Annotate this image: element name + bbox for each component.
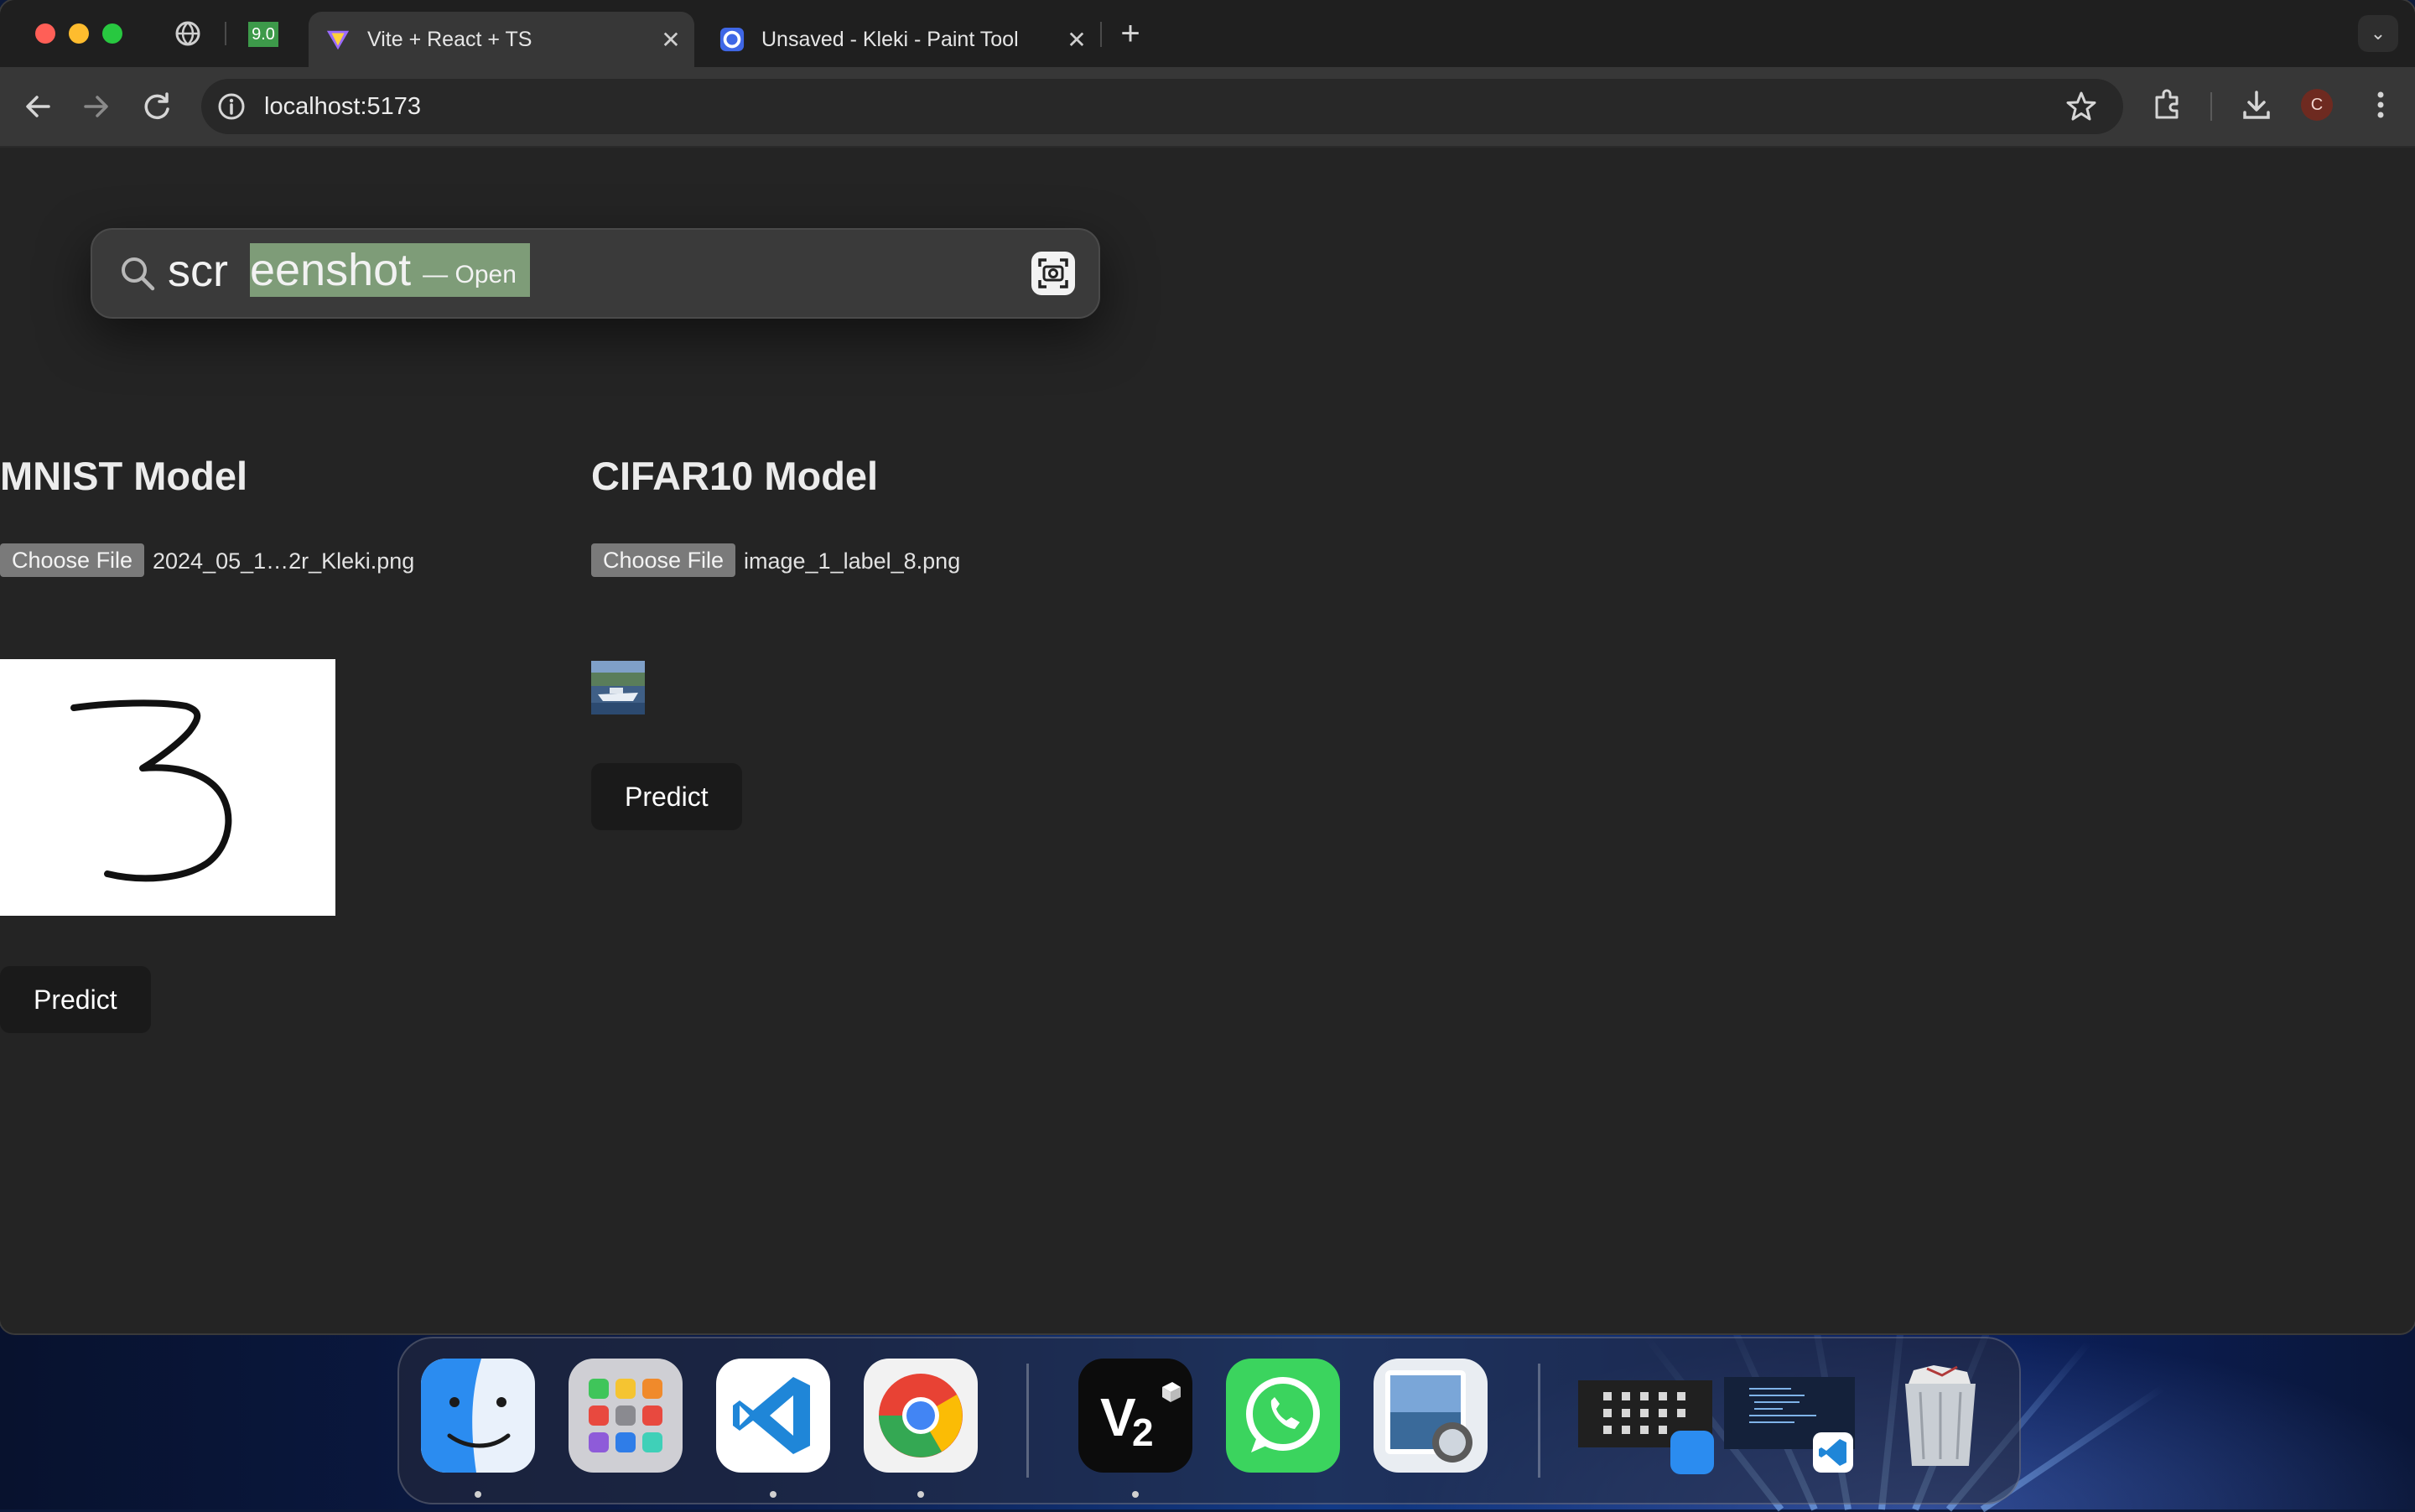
- tab-kleki[interactable]: Unsaved - Kleki - Paint Tool ✕: [703, 12, 1100, 67]
- vscode-badge-icon: [1813, 1432, 1853, 1473]
- new-tab-button[interactable]: +: [1114, 13, 1147, 54]
- dock: V 2: [397, 1337, 2021, 1504]
- spotlight-completion-text: eenshot: [250, 245, 412, 295]
- launchpad-icon[interactable]: [569, 1359, 683, 1473]
- cifar-preview-image: [591, 661, 645, 714]
- finder-badge-icon: [1670, 1431, 1714, 1474]
- spotlight-action-label: — Open: [423, 261, 517, 288]
- mnist-choose-file-button[interactable]: Choose File: [0, 543, 145, 577]
- search-icon: [122, 257, 155, 291]
- profile-avatar[interactable]: C: [2301, 89, 2333, 121]
- back-icon[interactable]: [18, 87, 57, 126]
- screenshot-app-icon[interactable]: [1030, 250, 1077, 297]
- chrome-running-indicator: [917, 1491, 924, 1498]
- v2-icon[interactable]: V 2: [1078, 1359, 1192, 1473]
- preview-icon[interactable]: [1374, 1359, 1488, 1473]
- vscode-running-indicator: [770, 1491, 776, 1498]
- mnist-predict-button[interactable]: Predict: [0, 966, 151, 1033]
- browser-window: 9.0 Vite + React + TS ✕ Unsaved - Kleki …: [0, 0, 2415, 1333]
- url-text: localhost:5173: [264, 93, 422, 120]
- site-info-icon[interactable]: [216, 91, 247, 122]
- close-tab-icon[interactable]: ✕: [654, 26, 688, 54]
- zoom-window-button[interactable]: [102, 23, 122, 44]
- dock-separator: [1538, 1364, 1540, 1478]
- bookmark-star-icon[interactable]: [2064, 90, 2098, 123]
- web-page: MNIST Model Choose File 2024_05_1…2r_Kle…: [0, 148, 2415, 1333]
- finder-running-indicator: [475, 1491, 481, 1498]
- finder-icon[interactable]: [421, 1359, 535, 1473]
- v2-running-indicator: [1132, 1491, 1139, 1498]
- tab-search-button[interactable]: ⌄: [2358, 15, 2398, 52]
- address-bar[interactable]: localhost:5173: [201, 79, 2123, 134]
- tab-vite-react[interactable]: Vite + React + TS ✕: [309, 12, 694, 67]
- chrome-icon[interactable]: [864, 1359, 978, 1473]
- minimize-window-button[interactable]: [69, 23, 89, 44]
- browser-toolbar: localhost:5173: [0, 67, 2415, 148]
- mnist-preview-image: [0, 659, 335, 916]
- close-window-button[interactable]: [35, 23, 55, 44]
- vite-icon: [326, 30, 350, 50]
- close-tab-icon[interactable]: ✕: [1060, 26, 1093, 54]
- spotlight-search[interactable]: scr eenshot — Open: [91, 228, 1100, 319]
- trash-icon[interactable]: [1883, 1359, 1997, 1473]
- tab-title: Unsaved - Kleki - Paint Tool: [761, 27, 1019, 51]
- dock-separator: [1026, 1364, 1029, 1478]
- reload-icon[interactable]: [138, 87, 176, 126]
- cifar-file-name: image_1_label_8.png: [744, 548, 961, 574]
- vscode-window-thumbnail[interactable]: [1724, 1377, 1855, 1473]
- kleki-icon: [719, 27, 745, 52]
- mnist-title: MNIST Model: [0, 454, 248, 498]
- cifar-title: CIFAR10 Model: [591, 454, 879, 498]
- browser-menu-icon[interactable]: [2361, 86, 2400, 124]
- whatsapp-icon[interactable]: [1226, 1359, 1340, 1473]
- spotlight-completion: eenshot — Open: [250, 243, 530, 297]
- vscode-icon[interactable]: [716, 1359, 830, 1473]
- svg-text:V: V: [1100, 1387, 1136, 1447]
- cifar-choose-file-button[interactable]: Choose File: [591, 543, 736, 577]
- toolbar-separator: [2210, 92, 2212, 121]
- cifar-predict-button[interactable]: Predict: [591, 763, 742, 830]
- extensions-icon[interactable]: [2148, 86, 2187, 124]
- svg-text:2: 2: [1132, 1411, 1154, 1454]
- downloads-icon[interactable]: [2237, 86, 2276, 124]
- spotlight-typed-text: scr: [168, 246, 228, 296]
- tab-bar: 9.0 Vite + React + TS ✕ Unsaved - Kleki …: [0, 0, 2415, 67]
- globe-icon[interactable]: [173, 18, 203, 49]
- forward-icon[interactable]: [77, 87, 116, 126]
- tab-title: Vite + React + TS: [367, 27, 532, 51]
- mnist-file-name: 2024_05_1…2r_Kleki.png: [153, 548, 415, 574]
- finder-window-thumbnail[interactable]: [1578, 1380, 1714, 1474]
- pinned-tab-badge[interactable]: 9.0: [248, 22, 278, 47]
